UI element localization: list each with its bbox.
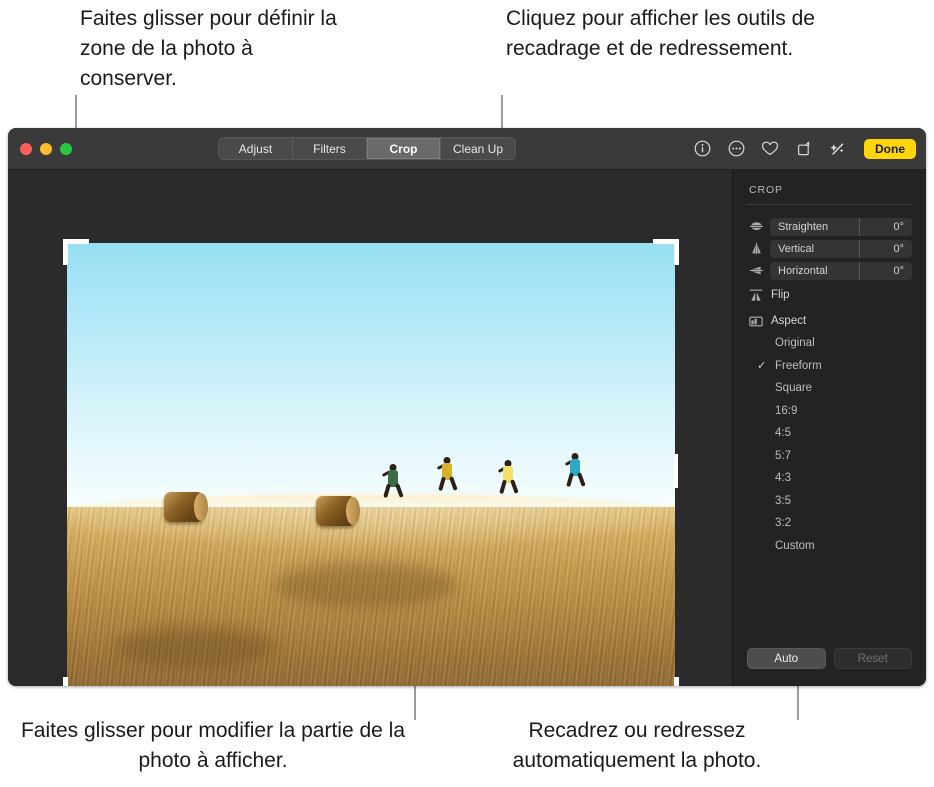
aspect-option-label: 3:2 [775,517,791,530]
aspect-option-freeform[interactable]: ✓ Freeform [747,355,912,378]
callout-drag-visible-part: Faites glisser pour modifier la partie d… [20,719,405,772]
aspect-option-label: 3:5 [775,494,791,507]
horizontal-perspective-icon [747,263,765,279]
flip-icon [747,287,765,303]
aspect-option-label: Original [775,337,815,350]
sidebar-action-buttons: Auto Reset [747,648,912,669]
aspect-option-label: 4:3 [775,472,791,485]
hay-bale [316,496,361,527]
slider-track-horizontal[interactable]: Horizontal 0° [770,261,912,280]
more-options-icon[interactable] [726,139,746,159]
aspect-option-4-3[interactable]: 4:3 [747,467,912,490]
menu-item-aspect[interactable]: Aspect [747,310,912,332]
auto-button[interactable]: Auto [747,648,826,669]
hay-bale [164,491,209,522]
toolbar-actions: Done [692,138,916,159]
running-child [382,464,403,499]
aspect-option-label: 5:7 [775,449,791,462]
slider-value-straighten: 0° [893,220,904,233]
crop-inspector-sidebar: CROP Straighten 0° Vertical 0° Horizonta… [732,170,926,686]
aspect-option-list: Original ✓ Freeform Square 16:9 4:5 5:7 … [747,332,912,557]
slider-track-straighten[interactable]: Straighten 0° [770,217,912,236]
photos-editor-window: Adjust Filters Crop Clean Up Done CROP S… [8,128,926,686]
aspect-check-mark: ✓ [757,360,767,373]
info-icon[interactable] [692,139,712,159]
aspect-option-4-5[interactable]: 4:5 [747,422,912,445]
field-shadow-patch [115,626,274,668]
crop-frame[interactable] [63,239,679,686]
running-child [436,457,458,492]
slider-track-vertical[interactable]: Vertical 0° [770,239,912,258]
edit-mode-tabs[interactable]: Adjust Filters Crop Clean Up [217,137,517,160]
editor-toolbar: Adjust Filters Crop Clean Up Done [8,128,926,170]
aspect-option-3-2[interactable]: 3:2 [747,512,912,535]
slider-value-horizontal: 0° [893,264,904,277]
reset-button: Reset [833,648,912,669]
tab-crop[interactable]: Crop [366,138,441,159]
sidebar-divider [747,204,912,205]
aspect-icon [747,313,765,329]
tab-filters[interactable]: Filters [293,138,367,159]
zoom-window-button[interactable] [60,142,72,155]
aspect-option-label: Custom [775,539,815,552]
slider-label-vertical: Vertical [778,242,815,255]
sidebar-section-title: CROP [749,184,783,196]
callout-drag-crop-area: Faites glisser pour définir la zone de l… [80,7,337,90]
menu-label-aspect: Aspect [771,315,807,327]
done-button[interactable]: Done [864,138,916,159]
slider-label-straighten: Straighten [778,220,829,233]
photo-image[interactable] [67,243,675,686]
close-window-button[interactable] [20,142,32,155]
running-child [564,452,586,487]
callout-auto-crop-straighten: Recadrez ou redressez automatiquement la… [512,719,762,772]
tab-adjust[interactable]: Adjust [219,138,293,159]
straighten-icon [747,219,765,235]
slider-row-straighten[interactable]: Straighten 0° [747,217,912,236]
field-shadow-patch [273,562,457,608]
tab-clean-up[interactable]: Clean Up [441,138,515,159]
aspect-option-16-9[interactable]: 16:9 [747,400,912,423]
menu-label-flip: Flip [771,289,790,301]
aspect-option-original[interactable]: Original [747,332,912,355]
vertical-perspective-icon [747,241,765,257]
callout-show-crop-tools: Cliquez pour afficher les outils de reca… [506,7,815,60]
aspect-option-5-7[interactable]: 5:7 [747,445,912,468]
sky-region [67,243,675,535]
slider-row-vertical[interactable]: Vertical 0° [747,239,912,258]
aspect-option-3-5[interactable]: 3:5 [747,490,912,513]
slider-row-horizontal[interactable]: Horizontal 0° [747,261,912,280]
favorite-heart-icon[interactable] [760,139,780,159]
aspect-option-label: Square [775,382,813,395]
editor-body: CROP Straighten 0° Vertical 0° Horizonta… [8,170,926,686]
aspect-option-label: 16:9 [775,404,798,417]
aspect-option-label: Freeform [775,359,822,372]
window-controls [20,142,72,155]
aspect-option-square[interactable]: Square [747,377,912,400]
aspect-option-label: 4:5 [775,427,791,440]
slider-label-horizontal: Horizontal [778,264,828,277]
photo-canvas[interactable] [8,170,732,686]
auto-enhance-wand-icon[interactable] [828,139,848,159]
menu-item-flip[interactable]: Flip [747,284,912,306]
minimize-window-button[interactable] [40,142,52,155]
rotate-icon[interactable] [794,139,814,159]
running-child [497,459,519,494]
slider-value-vertical: 0° [893,242,904,255]
aspect-option-custom[interactable]: Custom [747,535,912,558]
